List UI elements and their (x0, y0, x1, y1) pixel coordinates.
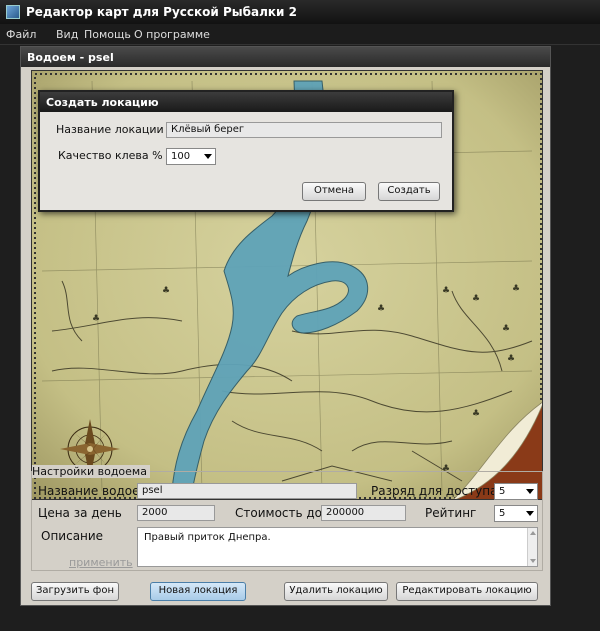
location-name-label: Название локации (56, 123, 164, 136)
app-titlebar: Редактор карт для Русской Рыбалки 2 (0, 0, 600, 24)
dialog-title: Создать локацию (46, 96, 159, 109)
description-label: Описание (41, 529, 104, 543)
app-title: Редактор карт для Русской Рыбалки 2 (26, 5, 297, 19)
svg-text:♣: ♣ (472, 294, 480, 304)
svg-text:♣: ♣ (442, 286, 450, 296)
bite-quality-select[interactable]: 100 (166, 148, 216, 165)
svg-text:♣: ♣ (512, 284, 520, 294)
dialog-titlebar: Создать локацию (40, 92, 452, 112)
rating-label: Рейтинг (425, 506, 477, 520)
bite-quality-value: 100 (171, 151, 191, 162)
scroll-up-icon (530, 531, 536, 535)
create-button[interactable]: Создать (378, 182, 440, 201)
app-icon (6, 5, 20, 19)
description-scrollbar[interactable] (527, 528, 537, 566)
menu-help[interactable]: Помощь (84, 28, 131, 41)
svg-text:♣: ♣ (162, 286, 170, 296)
access-level-label: Разряд для доступа (371, 484, 498, 498)
price-per-day-field[interactable]: 2000 (137, 505, 215, 521)
menu-view[interactable]: Вид (56, 28, 78, 41)
menubar: Файл Вид Помощь О программе (0, 24, 600, 45)
svg-text:♣: ♣ (502, 324, 510, 334)
settings-group-title: Настройки водоема (32, 465, 150, 478)
edit-location-button[interactable]: Редактировать локацию (396, 582, 538, 601)
rating-select[interactable]: 5 (494, 505, 538, 522)
location-name-field[interactable]: Клёвый берег (166, 122, 442, 138)
menu-file[interactable]: Файл (6, 28, 36, 41)
scroll-down-icon (530, 559, 536, 563)
svg-text:♣: ♣ (472, 409, 480, 419)
cancel-button[interactable]: Отмена (302, 182, 366, 201)
lake-name-field[interactable]: psel (137, 483, 357, 499)
description-text: Правый приток Днепра. (144, 532, 271, 543)
svg-text:♣: ♣ (507, 354, 515, 364)
window-title: Водоем - psel (27, 51, 114, 64)
load-background-button[interactable]: Загрузить фон (31, 582, 119, 601)
chevron-down-icon (526, 511, 534, 516)
description-field[interactable]: Правый приток Днепра. (137, 527, 538, 567)
svg-text:♣: ♣ (92, 314, 100, 324)
create-location-dialog: Создать локацию Название локации Клёвый … (38, 90, 454, 212)
access-level-select[interactable]: 5 (494, 483, 538, 500)
new-location-button[interactable]: Новая локация (150, 582, 246, 601)
access-level-value: 5 (499, 486, 506, 497)
apply-link[interactable]: применить (69, 556, 133, 569)
svg-text:♣: ♣ (377, 304, 385, 314)
price-per-day-label: Цена за день (38, 506, 122, 520)
menu-about[interactable]: О программе (134, 28, 210, 41)
house-cost-field[interactable]: 200000 (321, 505, 406, 521)
chevron-down-icon (204, 154, 212, 159)
bite-quality-label: Качество клева % (58, 149, 163, 162)
delete-location-button[interactable]: Удалить локацию (284, 582, 388, 601)
window-titlebar: Водоем - psel (21, 47, 550, 67)
rating-value: 5 (499, 508, 506, 519)
chevron-down-icon (526, 489, 534, 494)
